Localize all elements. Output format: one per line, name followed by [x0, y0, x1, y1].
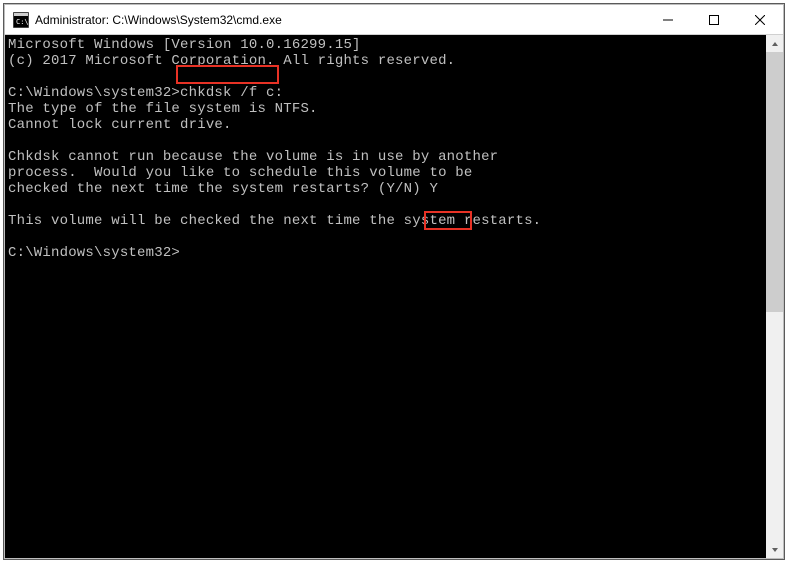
output-line: Chkdsk cannot run because the volume is …	[8, 149, 498, 165]
output-line: C:\Windows\system32>chkdsk /f c:	[8, 85, 283, 101]
scroll-thumb[interactable]	[766, 52, 783, 312]
output-line: This volume will be checked the next tim…	[8, 213, 541, 229]
prompt: C:\Windows\system32>	[8, 245, 180, 261]
output-line: Cannot lock current drive.	[8, 117, 232, 133]
scroll-track[interactable]	[766, 52, 783, 541]
terminal-output[interactable]: Microsoft Windows [Version 10.0.16299.15…	[5, 35, 766, 558]
titlebar[interactable]: C:\ Administrator: C:\Windows\System32\c…	[5, 5, 783, 35]
output-line: The type of the file system is NTFS.	[8, 101, 318, 117]
minimize-button[interactable]	[645, 5, 691, 34]
scroll-up-arrow[interactable]	[766, 35, 783, 52]
svg-text:C:\: C:\	[16, 18, 29, 26]
output-line: Microsoft Windows [Version 10.0.16299.15…	[8, 37, 361, 53]
scroll-down-arrow[interactable]	[766, 541, 783, 558]
vertical-scrollbar[interactable]	[766, 35, 783, 558]
maximize-button[interactable]	[691, 5, 737, 34]
window-title: Administrator: C:\Windows\System32\cmd.e…	[35, 13, 645, 27]
close-button[interactable]	[737, 5, 783, 34]
output-line: process. Would you like to schedule this…	[8, 165, 472, 181]
cmd-icon: C:\	[13, 12, 29, 28]
window-controls	[645, 5, 783, 34]
cmd-window: C:\ Administrator: C:\Windows\System32\c…	[4, 4, 784, 559]
output-line: checked the next time the system restart…	[8, 181, 438, 197]
output-line: (c) 2017 Microsoft Corporation. All righ…	[8, 53, 455, 69]
